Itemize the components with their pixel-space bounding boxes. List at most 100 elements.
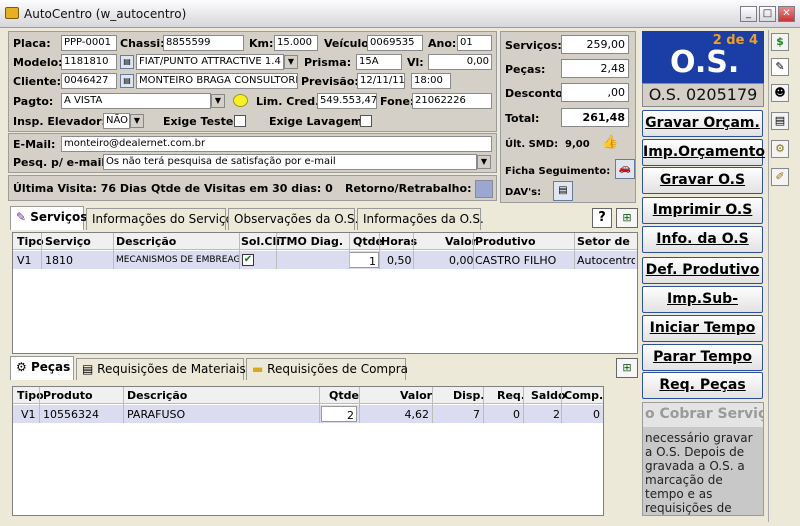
modelo-search-icon[interactable]: ▤ bbox=[120, 55, 134, 69]
edit-icon[interactable]: ✎ bbox=[771, 58, 789, 76]
prisma-field[interactable]: 15A bbox=[356, 54, 402, 70]
parts-col-produto: Produto bbox=[43, 389, 93, 402]
dollar-icon[interactable]: $ bbox=[771, 33, 789, 51]
insp-dropdown-icon[interactable]: ▼ bbox=[130, 114, 144, 128]
info-os-button[interactable]: Info. da O.S bbox=[642, 226, 763, 253]
tab-requisicoes-compra-label: Requisições de Compra bbox=[267, 362, 409, 376]
col-divider bbox=[319, 387, 320, 423]
parts-header-row: Tipo Produto Descrição Qtde Valor Disp. … bbox=[13, 387, 603, 404]
info-panel: o Cobrar Serviç necessário gravar a O.S.… bbox=[642, 402, 764, 516]
close-button[interactable]: ✕ bbox=[778, 6, 795, 22]
col-divider bbox=[523, 387, 524, 423]
col-divider bbox=[39, 387, 40, 423]
imp-orcamento-button[interactable]: Imp.Orçamento bbox=[642, 139, 765, 166]
table-row[interactable]: V1 10556324 PARAFUSO 2 4,62 7 0 2 0 bbox=[13, 405, 603, 423]
lim-cred-label: Lim. Cred.: bbox=[256, 95, 324, 108]
tab-informacoes-servico[interactable]: Informações do Serviço bbox=[86, 208, 233, 230]
tools-icon[interactable]: ✐ bbox=[771, 168, 789, 186]
exige-teste-checkbox[interactable] bbox=[234, 115, 246, 127]
tab-requisicoes-compra[interactable]: ▬ Requisições de Compra bbox=[246, 358, 409, 380]
modelo-dropdown-icon[interactable]: ▼ bbox=[284, 55, 298, 69]
tab-servicos[interactable]: ✎ Serviços bbox=[10, 206, 88, 230]
services-grid: Tipo Serviço Descrição Sol.Cli. TMO Diag… bbox=[12, 232, 638, 354]
print-icon[interactable]: ▤ bbox=[771, 112, 789, 130]
service-setor-cell: Autocentro bbox=[577, 254, 635, 267]
gravar-os-button[interactable]: Gravar O.S bbox=[642, 167, 763, 194]
sol-cli-checkbox[interactable]: ✔ bbox=[242, 254, 254, 266]
minimize-button[interactable]: _ bbox=[740, 6, 757, 22]
col-divider bbox=[113, 233, 114, 269]
service-qtde-input[interactable]: 1 bbox=[349, 252, 379, 268]
insp-field[interactable]: NÃO bbox=[103, 113, 130, 129]
services-col-produtivo: Produtivo bbox=[475, 235, 536, 248]
parts-grid-export-icon[interactable]: ⊞ bbox=[616, 358, 638, 378]
pagto-dropdown-icon[interactable]: ▼ bbox=[211, 94, 225, 108]
smd-label: Últ. SMD: bbox=[505, 139, 559, 150]
info-panel-text: necessário gravar a O.S. Depois de grava… bbox=[645, 431, 753, 515]
service-desc-cell: MECANISMOS DE EMBREAGEM bbox=[116, 255, 240, 265]
grid-export-icon[interactable]: ⊞ bbox=[616, 208, 638, 228]
prisma-label: Prisma: bbox=[304, 56, 352, 69]
tab-pecas-label: Peças bbox=[30, 360, 71, 374]
maximize-button[interactable]: □ bbox=[759, 6, 776, 22]
cliente-code-field[interactable]: 0046427 bbox=[61, 73, 117, 89]
col-divider bbox=[432, 387, 433, 423]
fone-field[interactable]: 21062226 bbox=[412, 93, 492, 109]
visits-panel: Última Visita: 76 Dias Qtde de Visitas e… bbox=[8, 175, 497, 201]
pesq-field[interactable]: Os não terá pesquisa de satisfação por e… bbox=[103, 154, 477, 170]
tab-servicos-label: Serviços bbox=[30, 210, 88, 224]
cliente-search-icon[interactable]: ▤ bbox=[120, 74, 134, 88]
service-tipo-cell: V1 bbox=[17, 254, 32, 267]
previsao-label: Previsão: bbox=[301, 75, 359, 88]
exige-lavagem-checkbox[interactable] bbox=[360, 115, 372, 127]
settings-icon[interactable]: ⚙ bbox=[771, 140, 789, 158]
previsao-date-field[interactable]: 12/11/11 bbox=[357, 73, 405, 89]
col-divider bbox=[41, 233, 42, 269]
servicos-tab-icon: ✎ bbox=[16, 210, 27, 224]
ficha-icon[interactable]: 🚗 bbox=[615, 159, 635, 179]
credit-status-icon[interactable] bbox=[233, 94, 248, 107]
imprimir-os-button[interactable]: Imprimir O.S bbox=[642, 197, 763, 224]
tab-observacoes-os[interactable]: Observações da O.S. bbox=[228, 208, 358, 230]
tab-pecas[interactable]: ⚙ Peças bbox=[10, 356, 74, 380]
help-button[interactable]: ? bbox=[592, 208, 612, 228]
vl-field[interactable]: 0,00 bbox=[428, 54, 492, 70]
lim-cred-field[interactable]: 549.553,47 bbox=[317, 93, 377, 109]
placa-field[interactable]: PPP-0001 bbox=[61, 35, 117, 51]
gravar-orcamento-button[interactable]: Gravar Orçam. bbox=[642, 110, 763, 137]
email-field[interactable]: monteiro@dealernet.com.br bbox=[61, 136, 492, 152]
imp-sub-ordem-button[interactable]: Imp.Sub-Ordem bbox=[642, 286, 763, 332]
users-icon[interactable]: ☻ bbox=[771, 84, 789, 102]
ano-field[interactable]: 01 bbox=[457, 35, 492, 51]
pesq-dropdown-icon[interactable]: ▼ bbox=[477, 155, 491, 169]
iniciar-tempo-button[interactable]: Iniciar Tempo bbox=[642, 315, 763, 342]
modelo-code-field[interactable]: 1181810 bbox=[61, 54, 117, 70]
chassi-label: Chassi: bbox=[120, 37, 165, 50]
parts-tabbar: ⚙ Peças ▤ Requisições de Materiais ▬ Req… bbox=[10, 356, 640, 382]
km-field[interactable]: 15.000 bbox=[274, 35, 318, 51]
table-row[interactable]: V1 1810 MECANISMOS DE EMBREAGEM ✔ 1 0,50… bbox=[13, 251, 637, 269]
cliente-name-field[interactable]: MONTEIRO BRAGA CONSULTORIA bbox=[136, 73, 298, 89]
title-bar: AutoCentro (w_autocentro) _ □ ✕ bbox=[0, 0, 800, 28]
previsao-time-field[interactable]: 18:00 bbox=[411, 73, 451, 89]
total-label: Total: bbox=[505, 112, 540, 125]
davs-label: DAV's: bbox=[505, 187, 542, 198]
parts-col-descricao: Descrição bbox=[127, 389, 188, 402]
part-qtde-input[interactable]: 2 bbox=[321, 406, 357, 422]
davs-icon[interactable]: ▤ bbox=[553, 181, 573, 201]
pagto-field[interactable]: A VISTA bbox=[61, 93, 211, 109]
parts-col-disp: Disp. bbox=[453, 389, 485, 402]
desconto-field[interactable]: ,00 bbox=[561, 83, 629, 102]
ultima-visita-text: Última Visita: 76 Dias bbox=[13, 182, 147, 195]
veiculo-field[interactable]: 0069535 bbox=[367, 35, 423, 51]
parar-tempo-button[interactable]: Parar Tempo bbox=[642, 344, 763, 371]
tab-requisicoes-materiais[interactable]: ▤ Requisições de Materiais bbox=[76, 358, 246, 380]
tab-informacoes-os[interactable]: Informações da O.S. bbox=[357, 208, 484, 230]
thumbs-up-icon[interactable]: 👍 bbox=[602, 136, 622, 150]
def-produtivo-button[interactable]: Def. Produtivo bbox=[642, 257, 763, 284]
req-pecas-button[interactable]: Req. Peças bbox=[642, 372, 763, 399]
part-tipo-cell: V1 bbox=[21, 408, 36, 421]
col-divider bbox=[349, 233, 350, 269]
chassi-field[interactable]: 8855599 bbox=[163, 35, 244, 51]
modelo-desc-field[interactable]: FIAT/PUNTO ATTRACTIVE 1.4 bbox=[136, 54, 284, 70]
